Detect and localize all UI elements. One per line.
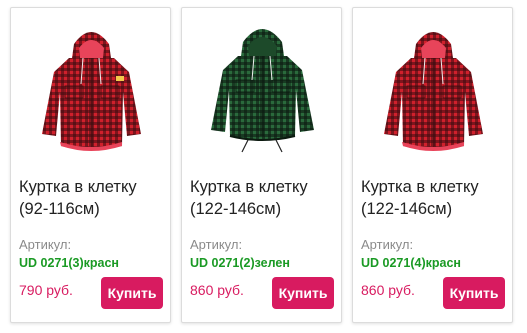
jacket-image[interactable] xyxy=(361,14,506,162)
product-card[interactable]: Куртка в клетку (92-116см) Артикул: UD 0… xyxy=(10,7,171,323)
product-card[interactable]: Куртка в клетку (122-146см) Артикул: UD … xyxy=(181,7,342,323)
product-grid: Куртка в клетку (92-116см) Артикул: UD 0… xyxy=(0,0,527,333)
jacket-image[interactable] xyxy=(190,14,335,162)
sku-label: Артикул: xyxy=(190,237,243,252)
sku-label: Артикул: xyxy=(361,237,414,252)
buy-button[interactable]: Купить xyxy=(272,277,334,309)
sku-code: UD 0271(3)красн xyxy=(19,256,119,270)
sku-code: UD 0271(2)зелен xyxy=(190,256,290,270)
jacket-image[interactable] xyxy=(19,14,164,162)
sku-label: Артикул: xyxy=(19,237,72,252)
price: 860 руб. xyxy=(361,282,415,298)
product-card[interactable]: Куртка в клетку (122-146см) Артикул: UD … xyxy=(352,7,513,323)
product-title[interactable]: Куртка в клетку (122-146см) xyxy=(361,176,511,220)
price: 860 руб. xyxy=(190,282,244,298)
sku-code: UD 0271(4)красн xyxy=(361,256,461,270)
product-title[interactable]: Куртка в клетку (122-146см) xyxy=(190,176,340,220)
buy-button[interactable]: Купить xyxy=(443,277,505,309)
buy-button[interactable]: Купить xyxy=(101,277,163,309)
product-title[interactable]: Куртка в клетку (92-116см) xyxy=(19,176,169,220)
price: 790 руб. xyxy=(19,282,73,298)
